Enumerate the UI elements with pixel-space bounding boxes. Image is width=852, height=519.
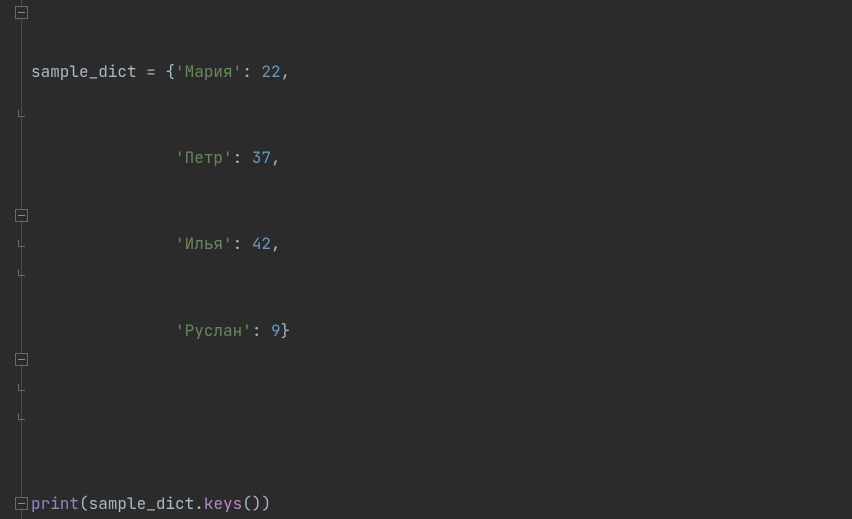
fold-end-icon <box>18 269 27 278</box>
dict-key: 'Петр' <box>175 147 233 168</box>
dict-key: 'Илья' <box>175 233 233 254</box>
code-line[interactable]: print(sample_dict.keys()) <box>31 490 741 519</box>
dict-value: 22 <box>261 61 280 82</box>
fold-guide-line <box>21 0 22 519</box>
code-line[interactable]: 'Руслан': 9} <box>31 317 741 346</box>
code-line[interactable]: 'Петр': 37, <box>31 144 741 173</box>
code-line[interactable] <box>31 403 741 432</box>
dict-value: 42 <box>252 233 271 254</box>
fold-toggle-icon[interactable] <box>15 209 28 222</box>
code-line[interactable]: 'Илья': 42, <box>31 230 741 259</box>
dict-value: 9 <box>271 320 281 341</box>
code-line[interactable]: sample_dict = {'Мария': 22, <box>31 58 741 87</box>
dict-key: 'Мария' <box>175 61 242 82</box>
fold-toggle-icon[interactable] <box>15 6 28 19</box>
fold-gutter <box>0 0 25 519</box>
code-area[interactable]: sample_dict = {'Мария': 22, 'Петр': 37, … <box>25 0 741 519</box>
code-editor[interactable]: sample_dict = {'Мария': 22, 'Петр': 37, … <box>0 0 852 519</box>
print-call: print <box>31 493 79 514</box>
fold-end-icon <box>18 240 27 249</box>
fold-end-icon <box>18 413 27 422</box>
dict-key: 'Руслан' <box>175 320 252 341</box>
fold-end-icon <box>18 384 27 393</box>
variable-name: sample_dict <box>31 61 137 82</box>
fold-end-icon <box>18 110 27 119</box>
fold-toggle-icon[interactable] <box>15 497 28 510</box>
fold-toggle-icon[interactable] <box>15 353 28 366</box>
dict-value: 37 <box>252 147 271 168</box>
method-keys: keys <box>204 493 242 514</box>
